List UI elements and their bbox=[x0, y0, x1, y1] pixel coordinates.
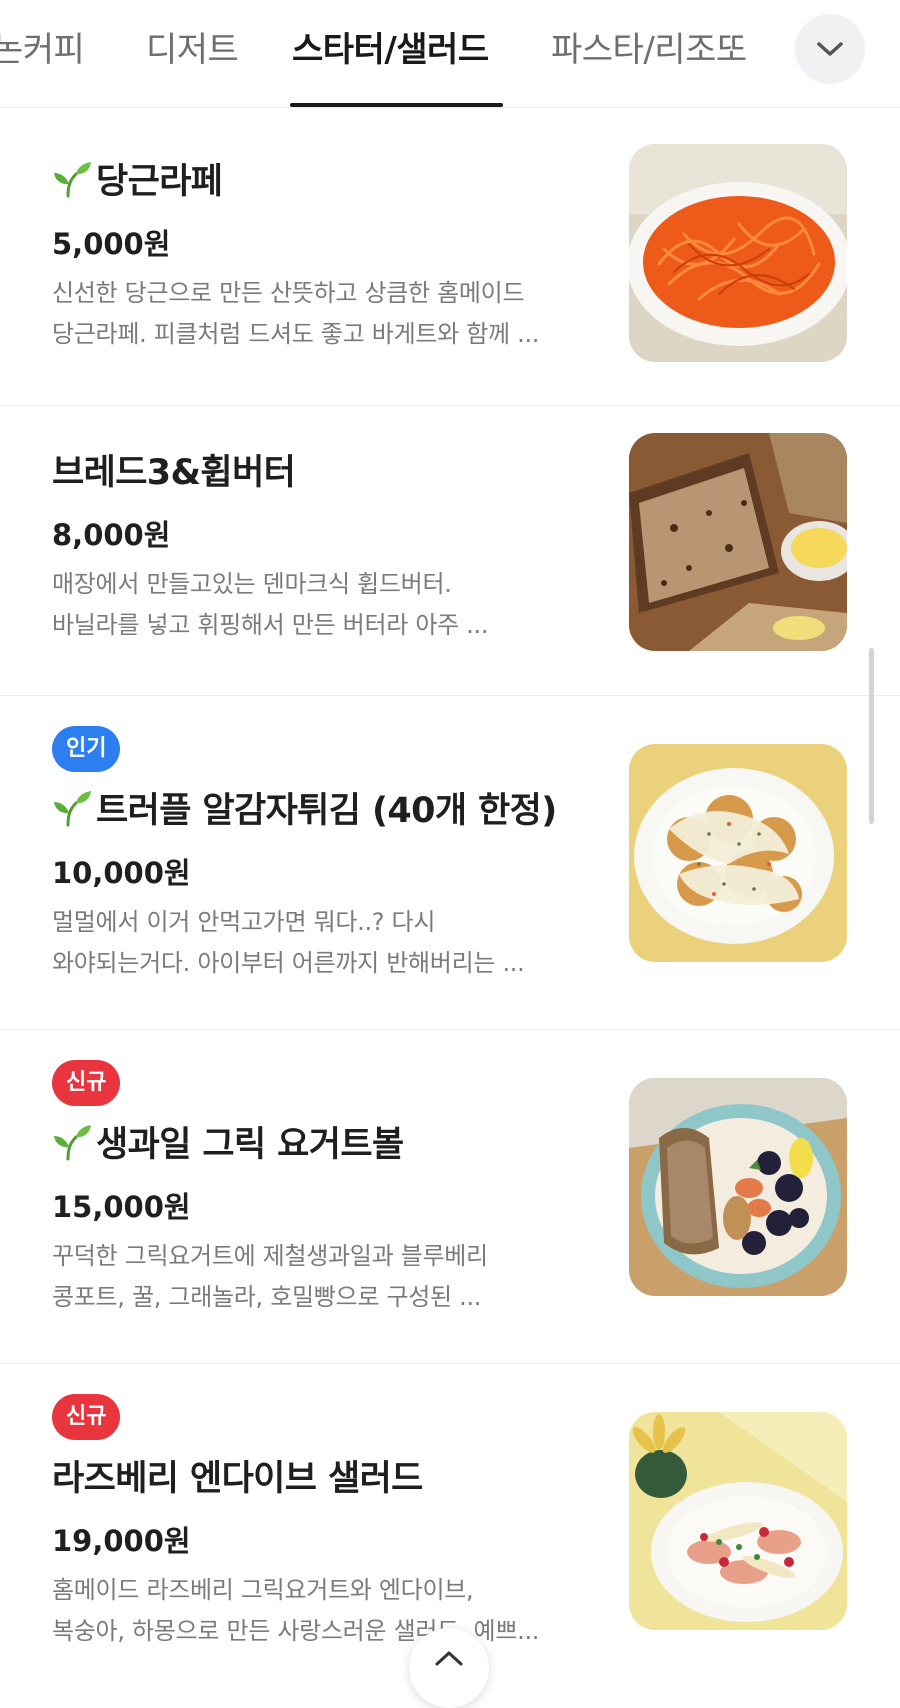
menu-item-name: 브레드3&휩버터 bbox=[52, 452, 296, 493]
menu-item-name-row: 라즈베리 엔다이브 샐러드 bbox=[52, 1450, 592, 1500]
description-line: 멀멀에서 이거 안먹고가면 뭐다..? 다시 bbox=[52, 908, 436, 936]
raspberry-endive-salad-photo bbox=[629, 1412, 847, 1630]
menu-item-description: 멀멀에서 이거 안먹고가면 뭐다..? 다시 와야되는거다. 아이부터 어른까지… bbox=[52, 902, 592, 984]
carrot-rapee-photo bbox=[629, 144, 847, 362]
description-line: 바닐라를 넣고 휘핑해서 만든 버터라 아주 ... bbox=[52, 611, 489, 639]
scroll-to-top-button[interactable] bbox=[409, 1628, 489, 1708]
menu-item-name-row: 트러플 알감자튀김 (40개 한정) bbox=[52, 782, 592, 832]
menu-item-description: 꾸덕한 그릭요거트에 제철생과일과 블루베리 콩포트, 꿀, 그래놀라, 호밀빵… bbox=[52, 1236, 592, 1318]
menu-item-text: 브레드3&휩버터 8,000원 매장에서 만들고있는 덴마크식 휩드버터. 바닐… bbox=[52, 444, 592, 646]
menu-item-text: 당근라페 5,000원 신선한 당근으로 만든 산뜻하고 상큼한 홈메이드 당근… bbox=[52, 153, 592, 355]
menu-item-name: 당근라페 bbox=[96, 161, 223, 202]
sprout-icon bbox=[54, 791, 91, 827]
menu-item-name-row: 브레드3&휩버터 bbox=[52, 444, 592, 494]
description-line: 콩포트, 꿀, 그래놀라, 호밀빵으로 구성된 ... bbox=[52, 1283, 482, 1311]
active-tab-indicator bbox=[290, 103, 503, 107]
sprout-icon bbox=[54, 162, 91, 198]
menu-item-name: 생과일 그릭 요거트볼 bbox=[96, 1124, 404, 1165]
description-line: 복숭아, 하몽으로 만든 사랑스러운 샐러드. 예쁘... bbox=[52, 1617, 540, 1645]
menu-item-price: 8,000원 bbox=[52, 518, 171, 552]
menu-item-name: 라즈베리 엔다이브 샐러드 bbox=[52, 1458, 423, 1499]
tabs-fade bbox=[745, 0, 795, 100]
menu-item[interactable]: 인기 트러플 알감자튀김 (40개 한정) 10,000원 멀멀에서 이거 안먹… bbox=[0, 696, 900, 1030]
tab-dessert[interactable]: 디저트 bbox=[146, 22, 239, 71]
scrollbar[interactable] bbox=[869, 648, 874, 824]
menu-item-price: 10,000원 bbox=[52, 856, 191, 890]
category-dropdown-button[interactable] bbox=[795, 14, 865, 84]
description-line: 꾸덕한 그릭요거트에 제철생과일과 블루베리 bbox=[52, 1242, 488, 1270]
menu-item-text: 신규 라즈베리 엔다이브 샐러드 19,000원 홈메이드 라즈베리 그릭요거트… bbox=[52, 1394, 592, 1652]
menu-item-name-row: 생과일 그릭 요거트볼 bbox=[52, 1116, 592, 1166]
tab-pasta-risotto[interactable]: 파스타/리조또 bbox=[551, 22, 747, 71]
menu-item-name: 트러플 알감자튀김 (40개 한정) bbox=[96, 790, 557, 831]
description-line: 매장에서 만들고있는 덴마크식 휩드버터. bbox=[52, 570, 452, 598]
description-line: 와야되는거다. 아이부터 어른까지 반해버리는 ... bbox=[52, 949, 525, 977]
chevron-up-icon bbox=[435, 1651, 463, 1666]
menu-item[interactable]: 신규 생과일 그릭 요거트볼 15,000원 꾸덕한 그릭요거트에 제철생과일과… bbox=[0, 1030, 900, 1364]
menu-item[interactable]: 브레드3&휩버터 8,000원 매장에서 만들고있는 덴마크식 휩드버터. 바닐… bbox=[0, 406, 900, 696]
sprout-icon bbox=[54, 1125, 91, 1161]
description-line: 당근라페. 피클처럼 드셔도 좋고 바게트와 함께 ... bbox=[52, 320, 540, 348]
menu-item-price: 5,000원 bbox=[52, 227, 171, 261]
menu-item-description: 매장에서 만들고있는 덴마크식 휩드버터. 바닐라를 넣고 휘핑해서 만든 버터… bbox=[52, 564, 592, 646]
tab-starter-salad[interactable]: 스타터/샐러드 bbox=[292, 22, 489, 71]
greek-yogurt-bowl-photo bbox=[629, 1078, 847, 1296]
menu-item-description: 홈메이드 라즈베리 그릭요거트와 엔다이브, 복숭아, 하몽으로 만든 사랑스러… bbox=[52, 1570, 592, 1652]
description-line: 홈메이드 라즈베리 그릭요거트와 엔다이브, bbox=[52, 1576, 474, 1604]
menu-item-text: 인기 트러플 알감자튀김 (40개 한정) 10,000원 멀멀에서 이거 안먹… bbox=[52, 726, 592, 984]
description-line: 신선한 당근으로 만든 산뜻하고 상큼한 홈메이드 bbox=[52, 279, 525, 307]
tab-non-coffee[interactable]: 논커피 bbox=[0, 22, 85, 71]
new-badge: 신규 bbox=[52, 1394, 121, 1440]
chevron-down-icon bbox=[817, 42, 843, 56]
menu-item[interactable]: 당근라페 5,000원 신선한 당근으로 만든 산뜻하고 상큼한 홈메이드 당근… bbox=[0, 108, 900, 406]
bread-whipped-butter-photo bbox=[629, 433, 847, 651]
menu-item-name-row: 당근라페 bbox=[52, 153, 592, 203]
menu-item-text: 신규 생과일 그릭 요거트볼 15,000원 꾸덕한 그릭요거트에 제철생과일과… bbox=[52, 1060, 592, 1318]
popular-badge: 인기 bbox=[52, 726, 121, 772]
menu-item-description: 신선한 당근으로 만든 산뜻하고 상큼한 홈메이드 당근라페. 피클처럼 드셔도… bbox=[52, 273, 592, 355]
truffle-potato-photo bbox=[629, 744, 847, 962]
menu-list: 당근라페 5,000원 신선한 당근으로 만든 산뜻하고 상큼한 홈메이드 당근… bbox=[0, 108, 900, 1698]
menu-item-price: 19,000원 bbox=[52, 1524, 191, 1558]
new-badge: 신규 bbox=[52, 1060, 121, 1106]
category-tab-bar: 논커피 디저트 스타터/샐러드 파스타/리조또 bbox=[0, 0, 900, 108]
menu-item-price: 15,000원 bbox=[52, 1190, 191, 1224]
